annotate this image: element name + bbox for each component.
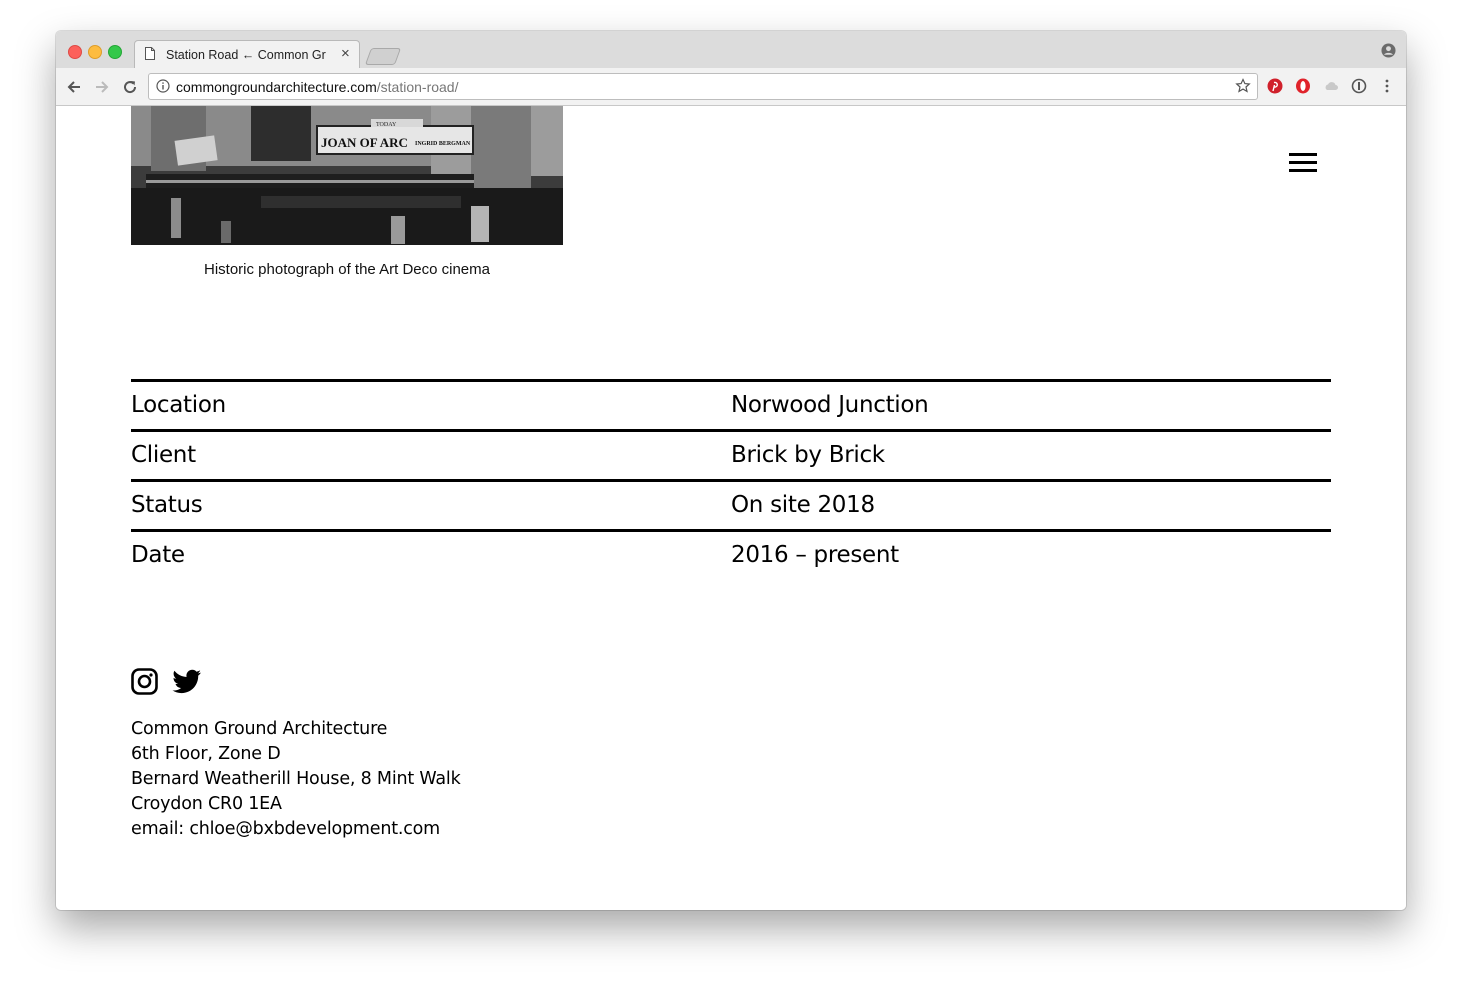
back-icon[interactable] — [65, 78, 83, 96]
new-tab-button[interactable] — [364, 48, 402, 65]
twitter-icon[interactable] — [172, 668, 202, 695]
fact-row-date: Date 2016 – present — [131, 529, 1331, 579]
tab-title: Station Road ← Common Gro — [166, 48, 326, 62]
fact-row-location: Location Norwood Junction — [131, 379, 1331, 429]
marquee-main-text: JOAN OF ARC — [321, 135, 408, 150]
address-floor: 6th Floor, Zone D — [131, 744, 281, 764]
cinema-photo-image: TODAY JOAN OF ARC INGRID BERGMAN — [131, 106, 563, 245]
pinterest-icon[interactable] — [1267, 78, 1283, 94]
browser-window: Station Road ← Common Gro × commonground… — [56, 31, 1406, 910]
marquee-top-text: TODAY — [376, 122, 397, 128]
cloud-extension-icon[interactable] — [1323, 78, 1339, 94]
forward-icon[interactable] — [93, 78, 111, 96]
photo-caption: Historic photograph of the Art Deco cine… — [204, 261, 490, 278]
address-company: Common Ground Architecture — [131, 719, 388, 739]
browser-toolbar: commongroundarchitecture.com/station-roa… — [56, 68, 1406, 106]
url-path: /station-road/ — [376, 79, 459, 95]
footer-address: Common Ground Architecture 6th Floor, Zo… — [131, 717, 461, 842]
marquee-side-text: INGRID BERGMAN — [415, 141, 471, 147]
instagram-icon[interactable] — [131, 668, 158, 695]
address-city: Croydon CR0 1EA — [131, 794, 282, 814]
close-window-button[interactable] — [68, 45, 82, 59]
password-manager-icon[interactable] — [1351, 78, 1367, 94]
fact-row-status: Status On site 2018 — [131, 479, 1331, 529]
cinema-photo: TODAY JOAN OF ARC INGRID BERGMAN — [131, 106, 563, 245]
tab-close-button[interactable]: × — [341, 46, 350, 62]
url-text[interactable]: commongroundarchitecture.com/station-roa… — [176, 79, 458, 95]
address-bar[interactable]: commongroundarchitecture.com/station-roa… — [148, 73, 1258, 100]
fact-value: Norwood Junction — [731, 392, 929, 418]
fact-label: Date — [131, 542, 185, 568]
bookmark-star-icon[interactable] — [1235, 78, 1251, 94]
fact-label: Client — [131, 442, 196, 468]
address-email[interactable]: email: chloe@bxbdevelopment.com — [131, 817, 461, 842]
tab-bar: Station Road ← Common Gro × — [56, 31, 1406, 69]
fact-value: 2016 – present — [731, 542, 899, 568]
fact-label: Status — [131, 492, 203, 518]
opera-icon[interactable] — [1295, 78, 1311, 94]
page-icon — [145, 47, 155, 60]
profile-icon[interactable] — [1381, 43, 1396, 58]
fact-value: Brick by Brick — [731, 442, 885, 468]
minimize-window-button[interactable] — [88, 45, 102, 59]
url-host: commongroundarchitecture.com — [176, 79, 377, 95]
project-facts-table: Location Norwood Junction Client Brick b… — [131, 379, 1331, 579]
reload-icon[interactable] — [121, 78, 139, 96]
fact-label: Location — [131, 392, 226, 418]
fact-value: On site 2018 — [731, 492, 875, 518]
info-icon[interactable] — [156, 79, 170, 93]
hamburger-menu-icon[interactable] — [1289, 153, 1319, 177]
browser-tab[interactable]: Station Road ← Common Gro × — [134, 40, 360, 69]
more-menu-icon[interactable] — [1379, 78, 1395, 94]
page-content: TODAY JOAN OF ARC INGRID BERGMAN Histori… — [56, 106, 1406, 910]
fact-row-client: Client Brick by Brick — [131, 429, 1331, 479]
address-street: Bernard Weatherill House, 8 Mint Walk — [131, 769, 461, 789]
maximize-window-button[interactable] — [108, 45, 122, 59]
